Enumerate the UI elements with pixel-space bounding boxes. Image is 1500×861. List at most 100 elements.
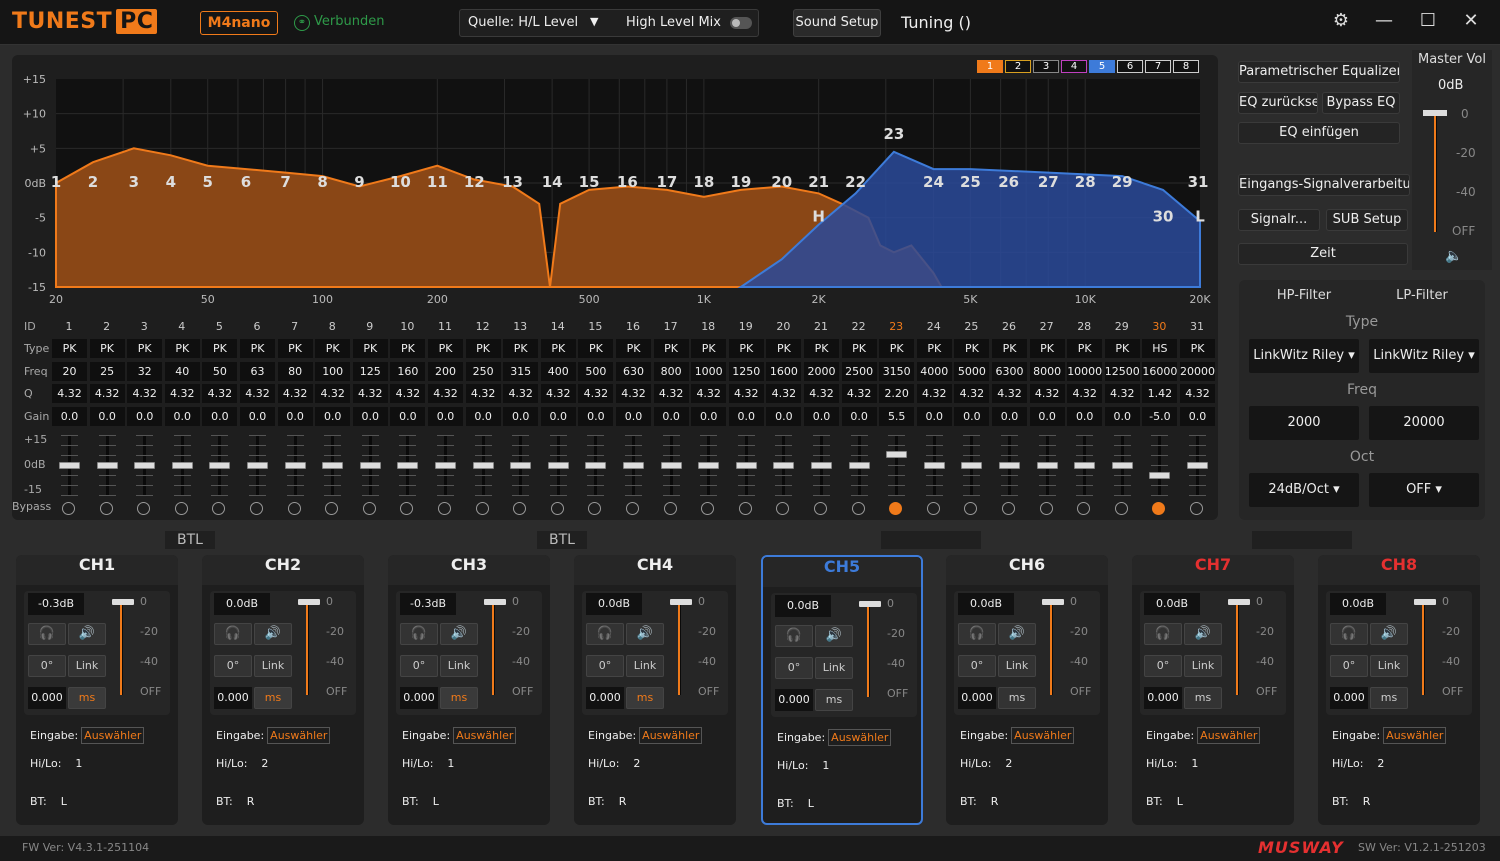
band-q-cell[interactable]: 4.32 (766, 384, 802, 403)
btl-link-4[interactable] (1252, 531, 1352, 549)
band-freq-cell[interactable]: 160 (390, 362, 426, 381)
bypass-toggle[interactable] (1039, 502, 1053, 515)
ms-unit-button[interactable]: ms (254, 687, 292, 709)
band-type-cell[interactable]: PK (1067, 339, 1103, 358)
band-gain-slider[interactable] (52, 435, 86, 496)
phase-button[interactable]: 0° (214, 655, 252, 677)
band-freq-cell[interactable]: 6300 (992, 362, 1027, 381)
channel-3[interactable]: CH3 -0.3dB 🎧 🔊 0° Link 0.000 ms 0 -20 -40 OFF Eingab… (388, 555, 550, 825)
tuning-menu[interactable]: Tuning () (901, 13, 971, 32)
band-gain-cell[interactable]: 0.0 (540, 407, 576, 426)
slider-knob[interactable] (773, 462, 795, 469)
band-type-cell[interactable]: PK (503, 339, 539, 358)
band-freq-cell[interactable]: 500 (578, 362, 614, 381)
band-type-cell[interactable]: PK (616, 339, 651, 358)
band-q-cell[interactable]: 4.32 (277, 384, 313, 403)
band-tab-5[interactable]: 5 (1089, 60, 1115, 73)
band-freq-cell[interactable]: 1000 (691, 362, 727, 381)
phase-button[interactable]: 0° (28, 655, 66, 677)
band-gain-cell[interactable]: 0.0 (202, 407, 238, 426)
band-freq-cell[interactable]: 1600 (766, 362, 802, 381)
btl-link-3[interactable] (881, 531, 981, 549)
slider-knob[interactable] (848, 462, 870, 469)
band-q-cell[interactable]: 4.32 (728, 384, 764, 403)
ms-unit-button[interactable]: ms (815, 689, 853, 711)
slider-knob[interactable] (171, 462, 193, 469)
link-button[interactable]: Link (1370, 655, 1408, 677)
phase-button[interactable]: 0° (775, 657, 813, 679)
band-gain-slider[interactable] (1105, 435, 1139, 496)
channel-volume-slider[interactable]: 0 -20 -40 OFF (482, 595, 542, 699)
volume-knob[interactable] (1228, 599, 1250, 605)
bypass-toggle[interactable] (776, 502, 790, 515)
channel-title[interactable]: CH3 (388, 555, 550, 585)
link-button[interactable]: Link (440, 655, 478, 677)
band-q-cell[interactable]: 4.32 (653, 384, 689, 403)
band-gain-slider[interactable] (1142, 435, 1176, 496)
band-gain-slider[interactable] (278, 435, 312, 496)
channel-7[interactable]: CH7 0.0dB 🎧 🔊 0° Link 0.000 ms 0 -20 -40 OFF Eingabe… (1132, 555, 1294, 825)
slider-knob[interactable] (698, 462, 720, 469)
bypass-toggle[interactable] (99, 502, 113, 515)
slider-knob[interactable] (1187, 462, 1208, 469)
band-freq-cell[interactable]: 1250 (728, 362, 764, 381)
band-gain-cell[interactable]: 0.0 (954, 407, 990, 426)
band-q-cell[interactable]: 4.32 (465, 384, 501, 403)
input-selector[interactable]: Auswähler (1383, 727, 1447, 744)
slider-knob[interactable] (1111, 462, 1133, 469)
bypass-toggle[interactable] (475, 502, 489, 515)
link-button[interactable]: Link (998, 655, 1036, 677)
lp-type-select[interactable]: LinkWitz Riley ▾ (1369, 339, 1479, 373)
slider-knob[interactable] (999, 462, 1020, 469)
btl-link-2[interactable]: BTL (537, 531, 587, 549)
speaker-icon[interactable]: 🔊 (815, 625, 853, 647)
channel-title[interactable]: CH5 (763, 557, 921, 587)
band-freq-cell[interactable]: 2000 (804, 362, 839, 381)
band-type-cell[interactable]: PK (202, 339, 238, 358)
band-gain-slider[interactable] (578, 435, 612, 496)
band-tab-2[interactable]: 2 (1005, 60, 1031, 73)
channel-title[interactable]: CH4 (574, 555, 736, 585)
volume-knob[interactable] (859, 601, 881, 607)
band-gain-slider[interactable] (315, 435, 349, 496)
bypass-toggle[interactable] (400, 502, 414, 515)
band-type-cell[interactable]: PK (1029, 339, 1065, 358)
bypass-toggle[interactable] (287, 502, 301, 515)
bypass-toggle[interactable] (663, 502, 677, 515)
band-gain-slider[interactable] (879, 435, 913, 496)
band-type-cell[interactable]: PK (954, 339, 990, 358)
slider-knob[interactable] (59, 462, 80, 469)
band-gain-cell[interactable]: 0.0 (52, 407, 87, 426)
speaker-icon[interactable]: 🔊 (1370, 623, 1408, 645)
band-freq-cell[interactable]: 16000 (1142, 362, 1178, 381)
headphone-icon[interactable]: 🎧 (400, 623, 438, 645)
band-type-cell[interactable]: PK (653, 339, 689, 358)
band-freq-cell[interactable]: 8000 (1029, 362, 1065, 381)
band-gain-slider[interactable] (654, 435, 688, 496)
volume-knob[interactable] (1414, 599, 1436, 605)
band-q-cell[interactable]: 4.32 (540, 384, 576, 403)
band-q-cell[interactable]: 4.32 (52, 384, 87, 403)
band-tab-6[interactable]: 6 (1117, 60, 1143, 73)
band-q-cell[interactable]: 4.32 (841, 384, 877, 403)
band-q-cell[interactable]: 2.20 (879, 384, 915, 403)
band-type-cell[interactable]: PK (766, 339, 802, 358)
channel-title[interactable]: CH7 (1132, 555, 1294, 585)
slider-knob[interactable] (961, 462, 983, 469)
band-gain-cell[interactable]: 0.0 (841, 407, 877, 426)
speaker-icon[interactable]: 🔊 (254, 623, 292, 645)
band-gain-slider[interactable] (729, 435, 763, 496)
band-freq-cell[interactable]: 5000 (954, 362, 990, 381)
source-selector[interactable]: Quelle: H/L Level ▼ High Level Mix (459, 9, 759, 37)
channel-volume-slider[interactable]: 0 -20 -40 OFF (668, 595, 728, 699)
band-q-cell[interactable]: 4.32 (164, 384, 200, 403)
hp-oct-select[interactable]: 24dB/Oct ▾ (1249, 473, 1359, 507)
band-freq-cell[interactable]: 800 (653, 362, 689, 381)
band-freq-cell[interactable]: 250 (465, 362, 501, 381)
channel-5[interactable]: CH5 0.0dB 🎧 🔊 0° Link 0.000 ms 0 -20 -40 OFF Eingabe… (761, 555, 923, 825)
phase-button[interactable]: 0° (1144, 655, 1182, 677)
band-gain-cell[interactable]: 0.0 (804, 407, 839, 426)
slider-knob[interactable] (96, 462, 118, 469)
band-gain-cell[interactable]: 0.0 (653, 407, 689, 426)
band-type-cell[interactable]: PK (315, 339, 351, 358)
